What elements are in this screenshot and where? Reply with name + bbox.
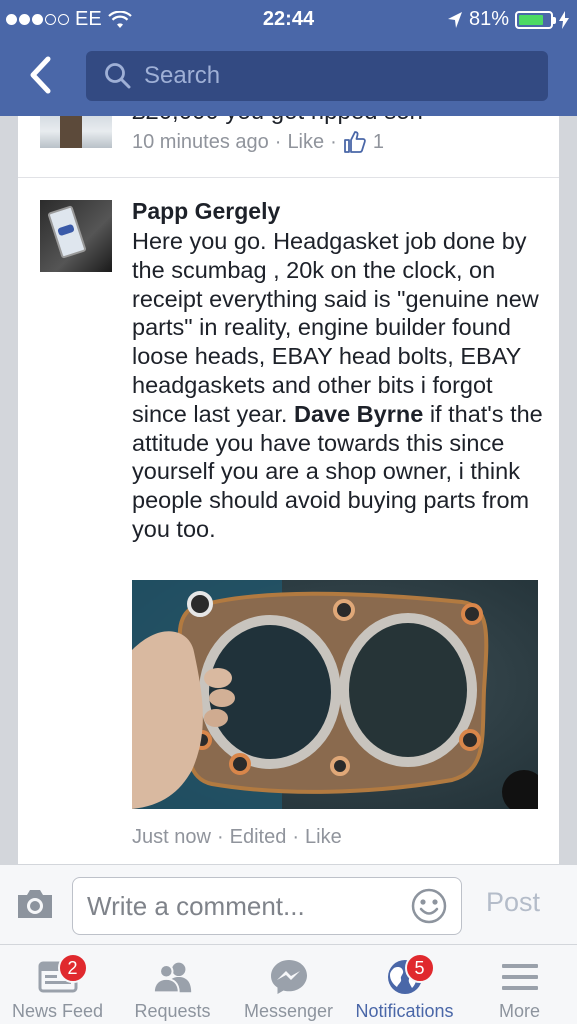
news-feed-badge: 2	[57, 953, 88, 983]
tab-messenger[interactable]: Messenger	[230, 945, 347, 1024]
tab-label: Notifications	[355, 1001, 454, 1021]
separator: ·	[330, 130, 337, 153]
separator: ·	[274, 130, 282, 153]
comment: Papp Gergely Here you go. Headgasket job…	[18, 178, 559, 864]
thumbs-up-icon	[343, 131, 366, 153]
comment-time: Just now	[132, 826, 211, 848]
charging-icon	[559, 10, 569, 29]
news-feed-icon: 2	[36, 953, 88, 997]
status-right: 81%	[447, 8, 569, 31]
smiley-icon	[411, 888, 447, 924]
camera-button[interactable]	[16, 887, 54, 921]
battery-icon	[515, 10, 556, 29]
camera-icon	[18, 890, 52, 918]
comment-meta: Just now · Edited · Like	[132, 826, 342, 849]
location-arrow-icon	[447, 11, 462, 28]
tab-news-feed[interactable]: 2 News Feed	[0, 945, 115, 1024]
commenter-avatar[interactable]	[40, 200, 112, 272]
comment-thread[interactable]: £20,000 you got ripped son 10 minutes ag…	[0, 116, 577, 864]
comment-input[interactable]	[72, 877, 462, 935]
tab-bar: 2 News Feed Requests Messenger 5 Notific…	[0, 944, 577, 1024]
headgasket-photo	[132, 580, 538, 809]
tab-requests[interactable]: Requests	[115, 945, 230, 1024]
comment-meta: 10 minutes ago · Like · 1	[132, 130, 384, 154]
mention-link[interactable]: Dave Byrne	[294, 401, 423, 427]
tab-label: Requests	[134, 1001, 211, 1021]
commenter-avatar[interactable]	[40, 116, 112, 148]
tab-notifications[interactable]: 5 Notifications	[347, 945, 462, 1024]
post-button[interactable]: Post	[486, 887, 540, 918]
attached-photo[interactable]	[132, 580, 538, 809]
search-bar[interactable]	[86, 51, 548, 101]
chevron-left-icon	[30, 56, 51, 94]
comment-composer: Post	[0, 864, 577, 944]
globe-icon: 5	[383, 953, 435, 997]
tab-label: Messenger	[243, 1001, 334, 1021]
edited-link[interactable]: Edited	[230, 826, 287, 849]
separator: ·	[216, 826, 224, 848]
comment-text-part1: Here you go. Headgasket job done by the …	[132, 228, 539, 427]
comment-body: Here you go. Headgasket job done by the …	[132, 227, 547, 544]
tab-label: More	[498, 1001, 540, 1021]
menu-icon	[498, 957, 542, 997]
like-count: 1	[372, 130, 384, 153]
friend-requests-icon	[151, 957, 195, 997]
search-input[interactable]	[144, 62, 524, 90]
search-icon	[105, 63, 131, 89]
separator: ·	[292, 826, 299, 848]
notifications-badge: 5	[404, 953, 435, 983]
comment-time: 10 minutes ago	[132, 130, 269, 153]
app-header: EE 22:44 81%	[0, 0, 577, 116]
messenger-icon	[267, 957, 311, 997]
battery-percent: 81%	[468, 8, 509, 30]
like-link[interactable]: Like	[305, 826, 342, 849]
previous-comment: £20,000 you got ripped son 10 minutes ag…	[18, 116, 559, 178]
sticker-button[interactable]	[410, 887, 448, 925]
tab-label: News Feed	[11, 1001, 104, 1021]
tab-more[interactable]: More	[462, 945, 577, 1024]
back-button[interactable]	[20, 52, 60, 98]
comment-text-fragment: £20,000 you got ripped son	[132, 116, 423, 126]
like-link[interactable]: Like	[287, 131, 324, 154]
comment-author[interactable]: Papp Gergely	[132, 198, 280, 225]
status-bar: EE 22:44 81%	[0, 0, 577, 40]
